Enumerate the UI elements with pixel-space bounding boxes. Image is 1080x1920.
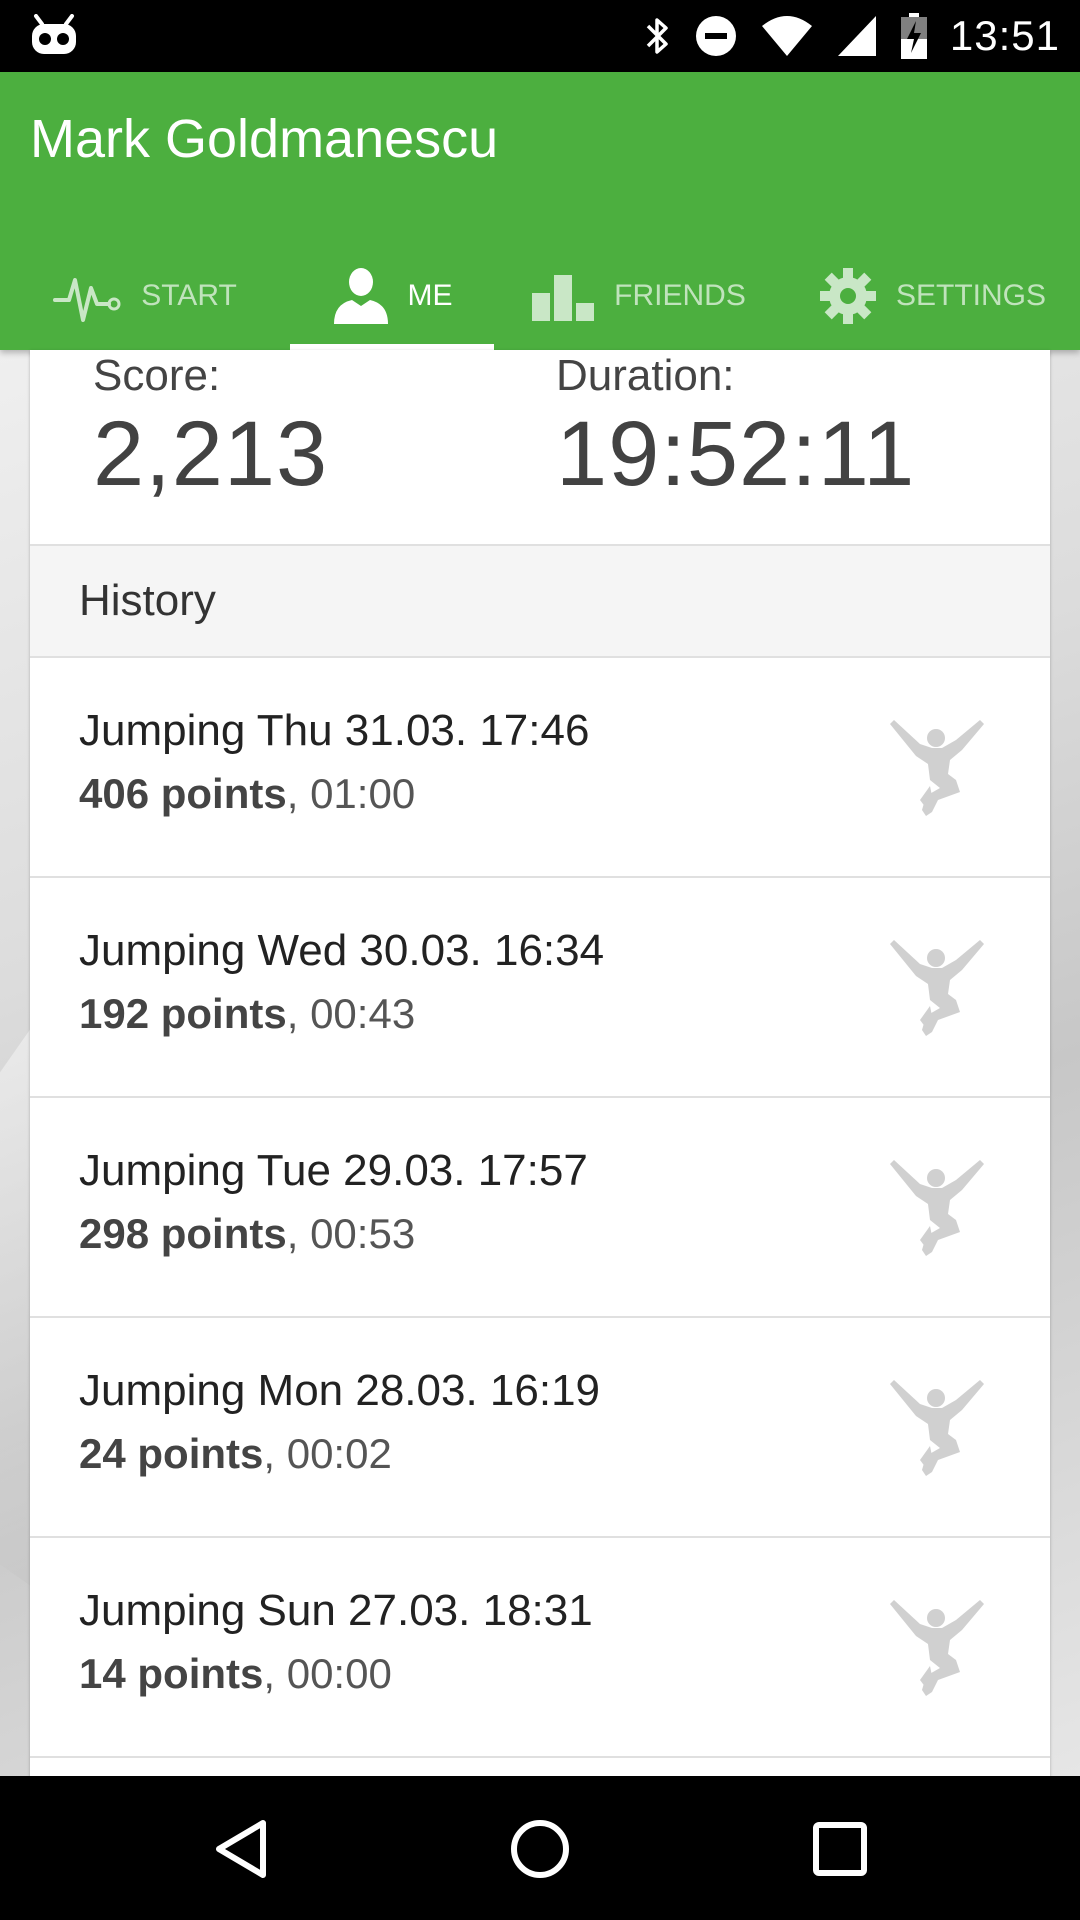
history-item-subtitle: 14 points, 00:00: [79, 1650, 392, 1698]
leaderboard-icon: [532, 275, 595, 321]
tab-start[interactable]: START: [0, 242, 290, 350]
tab-start-label: START: [141, 279, 237, 312]
history-item-duration: , 01:00: [286, 770, 416, 817]
history-item-subtitle: 298 points, 00:53: [79, 1210, 415, 1258]
history-item-points: 298 points: [79, 1210, 287, 1257]
bluetooth-icon: [646, 18, 668, 54]
do-not-disturb-icon: [695, 16, 736, 56]
status-bar: 13:51: [0, 0, 1080, 72]
history-item[interactable]: Jumping Mon 28.03. 16:19 24 points, 00:0…: [30, 1318, 1050, 1538]
history-item-points: 192 points: [79, 990, 287, 1037]
history-item-duration: , 00:00: [263, 1650, 392, 1697]
wifi-icon: [761, 16, 812, 56]
history-item[interactable]: Jumping Sun 27.03. 18:31 14 points, 00:0…: [30, 1538, 1050, 1758]
pulse-icon: [53, 278, 121, 322]
duration-label: Duration:: [556, 351, 735, 400]
profile-card: Score: 2,213 Duration: 19:52:11 History …: [30, 350, 1050, 1780]
back-button[interactable]: [196, 1804, 286, 1894]
tab-settings[interactable]: SETTINGS: [784, 242, 1080, 350]
history-item-title: Jumping Tue 29.03. 17:57: [79, 1146, 588, 1195]
score-stat: Score: 2,213: [93, 350, 328, 500]
tab-friends[interactable]: FRIENDS: [494, 242, 784, 350]
tab-settings-label: SETTINGS: [895, 279, 1046, 312]
jumper-icon: [890, 720, 984, 816]
recents-icon: [813, 1822, 867, 1876]
score-label: Score:: [93, 351, 221, 400]
battery-charging-icon: [900, 13, 927, 59]
tab-me[interactable]: ME: [290, 242, 494, 350]
history-item-points: 406 points: [79, 770, 287, 817]
recents-button[interactable]: [795, 1804, 885, 1894]
history-item-title: Jumping Sun 27.03. 18:31: [79, 1586, 593, 1635]
jumper-icon: [890, 1380, 984, 1476]
back-icon: [216, 1820, 266, 1878]
tab-bar: START ME FRIENDS SETTINGS: [0, 242, 1080, 350]
history-item-points: 24 points: [79, 1430, 264, 1477]
status-clock: 13:51: [949, 12, 1060, 59]
score-value: 2,213: [93, 403, 329, 506]
home-icon: [511, 1820, 569, 1878]
person-icon: [333, 268, 388, 324]
tab-friends-label: FRIENDS: [614, 279, 746, 312]
home-button[interactable]: [495, 1804, 585, 1894]
stats-section: Score: 2,213 Duration: 19:52:11: [30, 350, 1050, 546]
history-item[interactable]: Jumping Tue 29.03. 17:57 298 points, 00:…: [30, 1098, 1050, 1318]
history-item[interactable]: Jumping Wed 30.03. 16:34 192 points, 00:…: [30, 878, 1050, 1098]
history-item-title: Jumping Mon 28.03. 16:19: [79, 1366, 601, 1415]
history-item-subtitle: 192 points, 00:43: [79, 990, 415, 1038]
cell-signal-icon: [837, 16, 876, 56]
history-item-subtitle: 406 points, 01:00: [79, 770, 415, 818]
jumper-icon: [890, 1160, 984, 1256]
jumper-icon: [890, 1600, 984, 1696]
navigation-bar: [0, 1776, 1080, 1920]
jumper-icon: [890, 940, 984, 1036]
page-title: Mark Goldmanescu: [30, 109, 499, 169]
history-item[interactable]: Jumping Thu 31.03. 17:46 406 points, 01:…: [30, 658, 1050, 878]
history-item-subtitle: 24 points, 00:02: [79, 1430, 392, 1478]
history-header: History: [30, 546, 1050, 658]
history-item-points: 14 points: [79, 1650, 264, 1697]
history-item-title: Jumping Thu 31.03. 17:46: [79, 706, 590, 755]
history-item-duration: , 00:02: [263, 1430, 392, 1477]
history-item-title: Jumping Wed 30.03. 16:34: [79, 926, 605, 975]
duration-value: 19:52:11: [556, 403, 916, 506]
android-robot-icon: [32, 14, 76, 54]
app-bar: Mark Goldmanescu START ME FRIENDS SETTIN…: [0, 72, 1080, 350]
history-item-duration: , 00:43: [286, 990, 416, 1037]
duration-stat: Duration: 19:52:11: [556, 350, 915, 500]
gear-icon: [819, 268, 876, 324]
history-item-duration: , 00:53: [286, 1210, 416, 1257]
tab-me-label: ME: [407, 279, 453, 312]
